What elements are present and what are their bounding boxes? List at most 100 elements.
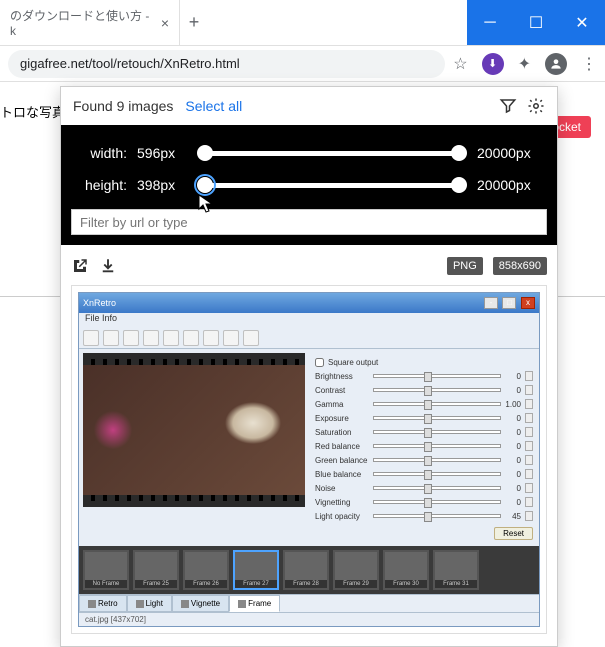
browser-tab[interactable]: のダウンロードと使い方 - k ×: [0, 0, 180, 45]
frame-label: Frame 27: [235, 580, 277, 588]
funnel-icon[interactable]: [499, 97, 517, 115]
property-value: 0: [505, 470, 521, 479]
xnretro-tab: Light: [127, 595, 172, 612]
maximize-button[interactable]: ☐: [513, 0, 559, 45]
gear-icon[interactable]: [527, 97, 545, 115]
reset-button: Reset: [494, 527, 533, 540]
property-slider: [373, 430, 501, 434]
property-value: 0: [505, 442, 521, 451]
xnretro-tab: Retro: [79, 595, 127, 612]
stepper-icon: [525, 511, 533, 521]
minimize-button[interactable]: ─: [467, 0, 513, 45]
property-slider: [373, 514, 501, 518]
select-all-link[interactable]: Select all: [185, 98, 242, 114]
window-controls: ─ ☐ ✕: [467, 0, 605, 45]
frame-thumbnail: Frame 27: [233, 550, 279, 590]
height-slider[interactable]: [197, 175, 467, 195]
width-filter-row: width: 596px 20000px: [71, 137, 547, 169]
property-label: Brightness: [315, 372, 369, 381]
xnretro-frame-strip: No FrameFrame 25Frame 26Frame 27Frame 28…: [79, 546, 539, 594]
property-value: 0: [505, 428, 521, 437]
property-label: Green balance: [315, 456, 369, 465]
frame-label: Frame 30: [385, 580, 427, 588]
new-tab-button[interactable]: +: [180, 0, 208, 45]
stepper-icon: [525, 399, 533, 409]
profile-icon[interactable]: [545, 53, 567, 75]
property-row: Vignetting0: [315, 495, 533, 509]
property-label: Noise: [315, 484, 369, 493]
xnretro-preview: [79, 349, 309, 546]
toolbar-icons: ☆ ⬇ ✦ ⋮: [453, 53, 597, 75]
property-value: 0: [505, 414, 521, 423]
property-slider: [373, 472, 501, 476]
url-input[interactable]: gigafree.net/tool/retouch/XnRetro.html: [8, 50, 445, 78]
xnretro-tab: Vignette: [172, 595, 229, 612]
property-row: Brightness0: [315, 369, 533, 383]
stepper-icon: [525, 455, 533, 465]
stepper-icon: [525, 371, 533, 381]
puzzle-icon[interactable]: ✦: [518, 54, 531, 74]
stepper-icon: [525, 385, 533, 395]
close-window-button[interactable]: ✕: [559, 0, 605, 45]
stepper-icon: [525, 413, 533, 423]
close-icon[interactable]: ×: [161, 15, 169, 31]
property-row: Square output: [315, 355, 533, 369]
xnretro-toolbar: [79, 327, 539, 349]
frame-label: Frame 25: [135, 580, 177, 588]
property-value: 1.00: [505, 400, 521, 409]
frame-thumbnail: Frame 29: [333, 550, 379, 590]
property-slider: [373, 416, 501, 420]
height-filter-row: height: 398px 20000px: [71, 169, 547, 201]
image-downloader-popup: Found 9 images Select all width: 596px 2…: [60, 86, 558, 647]
frame-thumbnail: No Frame: [83, 550, 129, 590]
xnretro-tab: Frame: [229, 595, 280, 612]
extension-icon[interactable]: ⬇: [482, 53, 504, 75]
tool-icon: [203, 330, 219, 346]
xnretro-titlebar: XnRetro - □ x: [79, 293, 539, 313]
xnretro-properties: Square outputBrightness0Contrast0Gamma1.…: [309, 349, 539, 546]
height-label: height:: [71, 177, 127, 193]
width-slider[interactable]: [197, 143, 467, 163]
property-slider: [373, 388, 501, 392]
tool-icon: [143, 330, 159, 346]
preview-image: [83, 365, 305, 495]
frame-label: Frame 29: [335, 580, 377, 588]
open-icon[interactable]: [71, 257, 89, 275]
property-row: Green balance0: [315, 453, 533, 467]
frame-label: No Frame: [85, 580, 127, 588]
image-thumbnail[interactable]: XnRetro - □ x File Info: [71, 285, 547, 634]
property-value: 0: [505, 498, 521, 507]
star-icon[interactable]: ☆: [453, 54, 467, 74]
url-text: gigafree.net/tool/retouch/XnRetro.html: [20, 56, 240, 71]
frame-thumbnail: Frame 25: [133, 550, 179, 590]
download-icon[interactable]: [99, 257, 117, 275]
property-row: Light opacity45: [315, 509, 533, 523]
tab-icon: [238, 600, 246, 608]
tool-icon: [223, 330, 239, 346]
property-row: Saturation0: [315, 425, 533, 439]
square-output-checkbox: [315, 358, 324, 367]
property-row: Gamma1.00: [315, 397, 533, 411]
property-slider: [373, 402, 501, 406]
xnretro-tabs: RetroLightVignetteFrame: [79, 594, 539, 612]
url-filter-input[interactable]: [71, 209, 547, 235]
width-min-value: 596px: [137, 145, 187, 161]
property-label: Exposure: [315, 414, 369, 423]
property-slider: [373, 374, 501, 378]
stepper-icon: [525, 469, 533, 479]
xn-close-icon: x: [521, 297, 535, 309]
property-value: 45: [505, 512, 521, 521]
xnretro-menubar: File Info: [79, 313, 539, 327]
menu-icon[interactable]: ⋮: [581, 54, 597, 74]
property-slider: [373, 500, 501, 504]
result-panel: PNG 858x690 XnRetro - □ x File Info: [61, 245, 557, 646]
width-label: width:: [71, 145, 127, 161]
tab-icon: [88, 600, 96, 608]
size-badge: 858x690: [493, 257, 547, 275]
filter-panel: width: 596px 20000px height: 398px 20000…: [61, 125, 557, 245]
property-label: Square output: [328, 358, 382, 367]
tool-icon: [83, 330, 99, 346]
property-row: Blue balance0: [315, 467, 533, 481]
xnretro-window: XnRetro - □ x File Info: [78, 292, 540, 627]
property-row: Red balance0: [315, 439, 533, 453]
